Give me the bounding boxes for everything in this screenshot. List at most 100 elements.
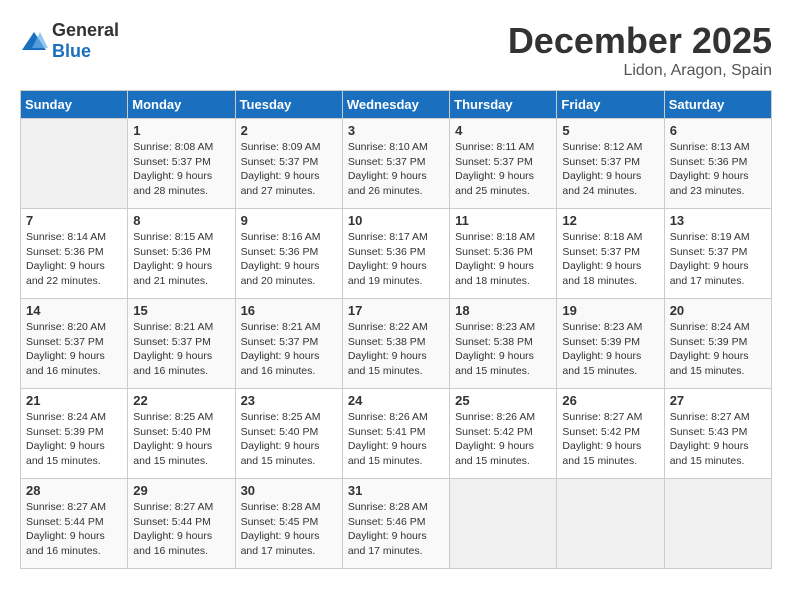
day-cell bbox=[557, 479, 664, 569]
day-cell: 12Sunrise: 8:18 AM Sunset: 5:37 PM Dayli… bbox=[557, 209, 664, 299]
day-cell: 17 Sunrise: 8:22 AM Sunset: 5:38 PM Dayli… bbox=[342, 299, 449, 389]
day-cell: 7 Sunrise: 8:14 AM Sunset: 5:36 PM Daylig… bbox=[21, 209, 128, 299]
day-number: 14 bbox=[26, 303, 122, 318]
day-number: 17 bbox=[348, 303, 444, 318]
day-info: Sunrise: 8:14 AM Sunset: 5:36 PM Dayligh… bbox=[26, 230, 122, 289]
day-number: 25 bbox=[455, 393, 551, 408]
logo-icon bbox=[20, 30, 48, 52]
day-number: 18 bbox=[455, 303, 551, 318]
day-info: Sunrise: 8:23 AM Sunset: 5:38 PM Dayligh… bbox=[455, 320, 551, 379]
day-info: Sunrise: 8:22 AM Sunset: 5:38 PM Dayligh… bbox=[348, 320, 444, 379]
title-area: December 2025 Lidon, Aragon, Spain bbox=[508, 20, 772, 80]
logo-general: General bbox=[52, 20, 119, 40]
day-cell: 8Sunrise: 8:15 AM Sunset: 5:36 PM Daylig… bbox=[128, 209, 235, 299]
day-info: Sunrise: 8:10 AM Sunset: 5:37 PM Dayligh… bbox=[348, 140, 444, 199]
week-row-4: 21Sunrise: 8:24 AM Sunset: 5:39 PM Dayli… bbox=[21, 389, 772, 479]
day-number: 6 bbox=[670, 123, 766, 138]
calendar-header: SundayMondayTuesdayWednesdayThursdayFrid… bbox=[21, 91, 772, 119]
day-number: 5 bbox=[562, 123, 658, 138]
days-of-week-row: SundayMondayTuesdayWednesdayThursdayFrid… bbox=[21, 91, 772, 119]
day-cell: 22 Sunrise: 8:25 AM Sunset: 5:40 PM Dayli… bbox=[128, 389, 235, 479]
day-cell bbox=[450, 479, 557, 569]
day-cell bbox=[664, 479, 771, 569]
day-number: 12 bbox=[562, 213, 658, 228]
day-cell: 31 Sunrise: 8:28 AM Sunset: 5:46 PM Dayli… bbox=[342, 479, 449, 569]
day-info: Sunrise: 8:25 AM Sunset: 5:40 PM Dayligh… bbox=[133, 410, 229, 469]
day-info: Sunrise: 8:27 AM Sunset: 5:42 PM Dayligh… bbox=[562, 410, 658, 469]
day-info: Sunrise: 8:19 AM Sunset: 5:37 PM Dayligh… bbox=[670, 230, 766, 289]
day-number: 30 bbox=[241, 483, 337, 498]
day-number: 4 bbox=[455, 123, 551, 138]
week-row-2: 7 Sunrise: 8:14 AM Sunset: 5:36 PM Daylig… bbox=[21, 209, 772, 299]
day-header-tuesday: Tuesday bbox=[235, 91, 342, 119]
day-info: Sunrise: 8:26 AM Sunset: 5:41 PM Dayligh… bbox=[348, 410, 444, 469]
day-number: 16 bbox=[241, 303, 337, 318]
day-number: 15 bbox=[133, 303, 229, 318]
day-number: 3 bbox=[348, 123, 444, 138]
day-info: Sunrise: 8:25 AM Sunset: 5:40 PM Dayligh… bbox=[241, 410, 337, 469]
day-cell: 6 Sunrise: 8:13 AM Sunset: 5:36 PM Daylig… bbox=[664, 119, 771, 209]
day-cell: 25 Sunrise: 8:26 AM Sunset: 5:42 PM Dayli… bbox=[450, 389, 557, 479]
week-row-3: 14Sunrise: 8:20 AM Sunset: 5:37 PM Dayli… bbox=[21, 299, 772, 389]
day-info: Sunrise: 8:27 AM Sunset: 5:43 PM Dayligh… bbox=[670, 410, 766, 469]
day-number: 27 bbox=[670, 393, 766, 408]
day-number: 23 bbox=[241, 393, 337, 408]
day-number: 22 bbox=[133, 393, 229, 408]
day-info: Sunrise: 8:26 AM Sunset: 5:42 PM Dayligh… bbox=[455, 410, 551, 469]
day-header-thursday: Thursday bbox=[450, 91, 557, 119]
day-info: Sunrise: 8:28 AM Sunset: 5:46 PM Dayligh… bbox=[348, 500, 444, 559]
day-info: Sunrise: 8:21 AM Sunset: 5:37 PM Dayligh… bbox=[133, 320, 229, 379]
day-cell: 5 Sunrise: 8:12 AM Sunset: 5:37 PM Daylig… bbox=[557, 119, 664, 209]
day-cell: 16 Sunrise: 8:21 AM Sunset: 5:37 PM Dayli… bbox=[235, 299, 342, 389]
day-info: Sunrise: 8:16 AM Sunset: 5:36 PM Dayligh… bbox=[241, 230, 337, 289]
day-cell: 20 Sunrise: 8:24 AM Sunset: 5:39 PM Dayli… bbox=[664, 299, 771, 389]
day-cell: 29 Sunrise: 8:27 AM Sunset: 5:44 PM Dayli… bbox=[128, 479, 235, 569]
day-info: Sunrise: 8:21 AM Sunset: 5:37 PM Dayligh… bbox=[241, 320, 337, 379]
day-header-friday: Friday bbox=[557, 91, 664, 119]
day-header-sunday: Sunday bbox=[21, 91, 128, 119]
day-cell: 11 Sunrise: 8:18 AM Sunset: 5:36 PM Dayli… bbox=[450, 209, 557, 299]
day-info: Sunrise: 8:27 AM Sunset: 5:44 PM Dayligh… bbox=[133, 500, 229, 559]
day-info: Sunrise: 8:08 AM Sunset: 5:37 PM Dayligh… bbox=[133, 140, 229, 199]
day-number: 7 bbox=[26, 213, 122, 228]
day-number: 31 bbox=[348, 483, 444, 498]
day-cell: 2Sunrise: 8:09 AM Sunset: 5:37 PM Daylig… bbox=[235, 119, 342, 209]
day-number: 2 bbox=[241, 123, 337, 138]
calendar-body: 1 Sunrise: 8:08 AM Sunset: 5:37 PM Daylig… bbox=[21, 119, 772, 569]
day-cell bbox=[21, 119, 128, 209]
week-row-1: 1 Sunrise: 8:08 AM Sunset: 5:37 PM Daylig… bbox=[21, 119, 772, 209]
day-cell: 30 Sunrise: 8:28 AM Sunset: 5:45 PM Dayli… bbox=[235, 479, 342, 569]
day-header-saturday: Saturday bbox=[664, 91, 771, 119]
day-cell: 19Sunrise: 8:23 AM Sunset: 5:39 PM Dayli… bbox=[557, 299, 664, 389]
day-cell: 18 Sunrise: 8:23 AM Sunset: 5:38 PM Dayli… bbox=[450, 299, 557, 389]
day-cell: 24 Sunrise: 8:26 AM Sunset: 5:41 PM Dayli… bbox=[342, 389, 449, 479]
day-cell: 15 Sunrise: 8:21 AM Sunset: 5:37 PM Dayli… bbox=[128, 299, 235, 389]
day-cell: 26 Sunrise: 8:27 AM Sunset: 5:42 PM Dayli… bbox=[557, 389, 664, 479]
day-number: 1 bbox=[133, 123, 229, 138]
day-info: Sunrise: 8:18 AM Sunset: 5:36 PM Dayligh… bbox=[455, 230, 551, 289]
day-info: Sunrise: 8:23 AM Sunset: 5:39 PM Dayligh… bbox=[562, 320, 658, 379]
day-info: Sunrise: 8:24 AM Sunset: 5:39 PM Dayligh… bbox=[670, 320, 766, 379]
day-number: 20 bbox=[670, 303, 766, 318]
day-number: 29 bbox=[133, 483, 229, 498]
day-cell: 4 Sunrise: 8:11 AM Sunset: 5:37 PM Daylig… bbox=[450, 119, 557, 209]
day-cell: 9Sunrise: 8:16 AM Sunset: 5:36 PM Daylig… bbox=[235, 209, 342, 299]
day-number: 24 bbox=[348, 393, 444, 408]
day-number: 21 bbox=[26, 393, 122, 408]
day-number: 10 bbox=[348, 213, 444, 228]
day-info: Sunrise: 8:28 AM Sunset: 5:45 PM Dayligh… bbox=[241, 500, 337, 559]
day-number: 28 bbox=[26, 483, 122, 498]
week-row-5: 28 Sunrise: 8:27 AM Sunset: 5:44 PM Dayli… bbox=[21, 479, 772, 569]
day-info: Sunrise: 8:11 AM Sunset: 5:37 PM Dayligh… bbox=[455, 140, 551, 199]
day-info: Sunrise: 8:12 AM Sunset: 5:37 PM Dayligh… bbox=[562, 140, 658, 199]
day-cell: 28Sunrise: 8:27 AM Sunset: 5:44 PM Dayli… bbox=[21, 479, 128, 569]
day-cell: 23 Sunrise: 8:25 AM Sunset: 5:40 PM Dayli… bbox=[235, 389, 342, 479]
logo-blue: Blue bbox=[52, 41, 91, 61]
day-number: 11 bbox=[455, 213, 551, 228]
day-info: Sunrise: 8:13 AM Sunset: 5:36 PM Dayligh… bbox=[670, 140, 766, 199]
day-number: 26 bbox=[562, 393, 658, 408]
calendar-table: SundayMondayTuesdayWednesdayThursdayFrid… bbox=[20, 90, 772, 569]
day-cell: 14Sunrise: 8:20 AM Sunset: 5:37 PM Dayli… bbox=[21, 299, 128, 389]
day-cell: 13Sunrise: 8:19 AM Sunset: 5:37 PM Dayli… bbox=[664, 209, 771, 299]
day-cell: 3 Sunrise: 8:10 AM Sunset: 5:37 PM Daylig… bbox=[342, 119, 449, 209]
